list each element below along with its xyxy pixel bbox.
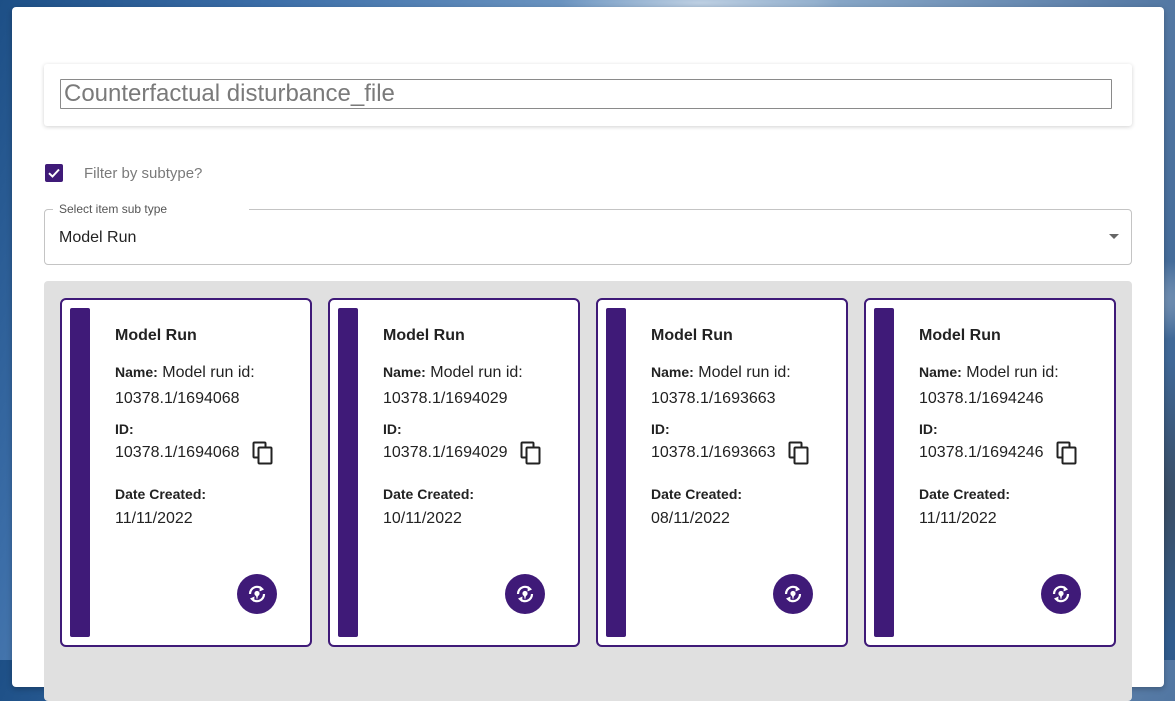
card-date-value: 11/11/2022 (115, 510, 193, 527)
result-card[interactable]: Model Run Name: Model run id: 10378.1/16… (328, 298, 580, 647)
content-copy-icon[interactable] (520, 441, 542, 465)
filter-subtype-row: Filter by subtype? (45, 162, 202, 184)
card-date-label: Date Created: (115, 486, 207, 502)
card-id-value: 10378.1/1694068 (115, 444, 240, 461)
card-id-value: 10378.1/1694029 (383, 444, 508, 461)
result-card[interactable]: Model Run Name: Model run id: 10378.1/16… (864, 298, 1116, 647)
card-type: Model Run (919, 327, 1001, 344)
card-accent-stripe (70, 308, 90, 637)
card-id-row: 10378.1/1694246 (919, 441, 1078, 465)
content-copy-icon[interactable] (788, 441, 810, 465)
card-id-row: 10378.1/1694068 (115, 441, 274, 465)
card-name-label: Name: (651, 364, 694, 380)
card-id-label: ID: (919, 421, 938, 437)
model-run-cycle-icon (516, 585, 534, 603)
card-name: Name: Model run id: 10378.1/1693663 (651, 359, 841, 412)
card-id-value: 10378.1/1694246 (919, 444, 1044, 461)
card-accent-stripe (874, 308, 894, 637)
card-name: Name: Model run id: 10378.1/1694068 (115, 359, 305, 412)
model-run-action-button[interactable] (1041, 574, 1081, 614)
card-date-value: 08/11/2022 (651, 510, 730, 527)
card-date-value: 10/11/2022 (383, 510, 462, 527)
card-date-label: Date Created: (651, 486, 743, 502)
card-date-value: 11/11/2022 (919, 510, 997, 527)
content-copy-icon[interactable] (1056, 441, 1078, 465)
card-id-label: ID: (115, 421, 134, 437)
check-icon (48, 168, 60, 178)
result-card[interactable]: Model Run Name: Model run id: 10378.1/16… (60, 298, 312, 647)
search-input[interactable] (60, 79, 1112, 109)
result-card[interactable]: Model Run Name: Model run id: 10378.1/16… (596, 298, 848, 647)
card-name: Name: Model run id: 10378.1/1694246 (919, 359, 1109, 412)
model-run-cycle-icon (248, 585, 266, 603)
card-accent-stripe (338, 308, 358, 637)
model-run-cycle-icon (784, 585, 802, 603)
filter-subtype-label: Filter by subtype? (84, 164, 203, 182)
card-date-label: Date Created: (383, 486, 475, 502)
card-type: Model Run (383, 327, 465, 344)
card-accent-stripe (606, 308, 626, 637)
subtype-select-label: Select item sub type (53, 202, 174, 216)
card-id-label: ID: (651, 421, 670, 437)
caret-down-icon (1109, 234, 1119, 239)
subtype-select[interactable]: Select item sub type Model Run (44, 202, 1132, 265)
subtype-select-value: Model Run (59, 229, 137, 246)
card-id-row: 10378.1/1693663 (651, 441, 810, 465)
main-panel: Filter by subtype? Select item sub type … (12, 7, 1164, 701)
card-id-row: 10378.1/1694029 (383, 441, 542, 465)
filter-subtype-checkbox[interactable] (45, 164, 63, 182)
model-run-action-button[interactable] (505, 574, 545, 614)
card-id-value: 10378.1/1693663 (651, 444, 776, 461)
results-grid: Model Run Name: Model run id: 10378.1/16… (44, 281, 1132, 701)
card-name-label: Name: (383, 364, 426, 380)
card-type: Model Run (651, 327, 733, 344)
model-run-cycle-icon (1052, 585, 1070, 603)
model-run-action-button[interactable] (237, 574, 277, 614)
model-run-action-button[interactable] (773, 574, 813, 614)
search-card (44, 64, 1132, 126)
content-copy-icon[interactable] (252, 441, 274, 465)
card-name: Name: Model run id: 10378.1/1694029 (383, 359, 573, 412)
card-name-label: Name: (919, 364, 962, 380)
card-type: Model Run (115, 327, 197, 344)
card-id-label: ID: (383, 421, 402, 437)
card-date-label: Date Created: (919, 486, 1011, 502)
card-name-label: Name: (115, 364, 158, 380)
